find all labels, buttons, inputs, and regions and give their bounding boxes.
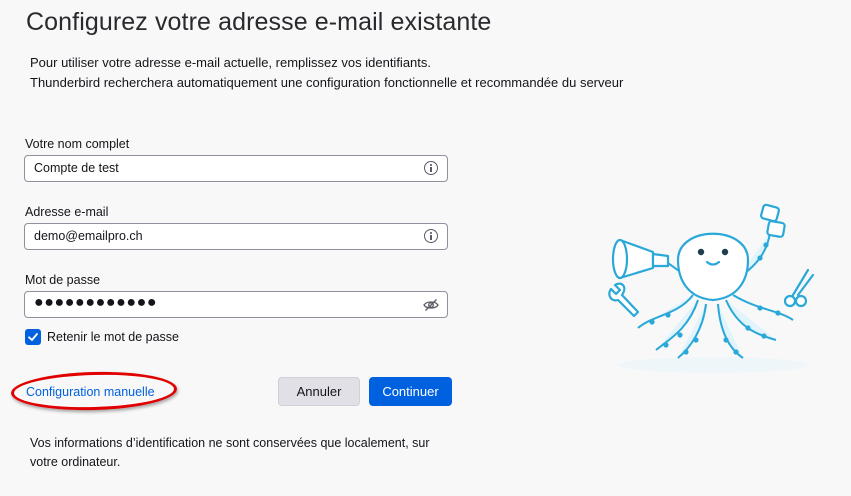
description-line: Thunderbird recherchera automatiquement … [30, 75, 624, 90]
name-value: Compte de test [34, 161, 119, 175]
password-field[interactable]: ●●●●●●●●●●●● [24, 291, 448, 318]
page-title: Configurez votre adresse e-mail existant… [26, 8, 492, 36]
info-icon[interactable] [424, 229, 438, 243]
page-description: Pour utiliser votre adresse e-mail actue… [30, 53, 623, 93]
password-value: ●●●●●●●●●●●● [34, 294, 158, 311]
description-line: Pour utiliser votre adresse e-mail actue… [30, 55, 432, 70]
name-field[interactable]: Compte de test [24, 155, 448, 182]
cancel-button[interactable]: Annuler [278, 377, 360, 406]
checkmark-icon [28, 333, 38, 341]
manual-config-link[interactable]: Configuration manuelle [26, 385, 155, 399]
continue-button[interactable]: Continuer [369, 377, 452, 406]
name-label: Votre nom complet [25, 137, 130, 151]
email-value: demo@emailpro.ch [34, 229, 143, 243]
remember-password-label[interactable]: Retenir le mot de passe [47, 330, 179, 344]
eye-slash-icon[interactable] [423, 297, 439, 313]
email-field[interactable]: demo@emailpro.ch [24, 223, 448, 250]
password-label: Mot de passe [25, 273, 101, 287]
info-icon[interactable] [424, 161, 438, 175]
remember-password-checkbox[interactable] [25, 329, 41, 345]
privacy-note: Vos informations d’identification ne son… [30, 436, 430, 469]
octopus-illustration: .ol { fill:#fff; stroke:#2aa8d8; stroke-… [608, 203, 815, 373]
email-label: Adresse e-mail [25, 205, 109, 219]
